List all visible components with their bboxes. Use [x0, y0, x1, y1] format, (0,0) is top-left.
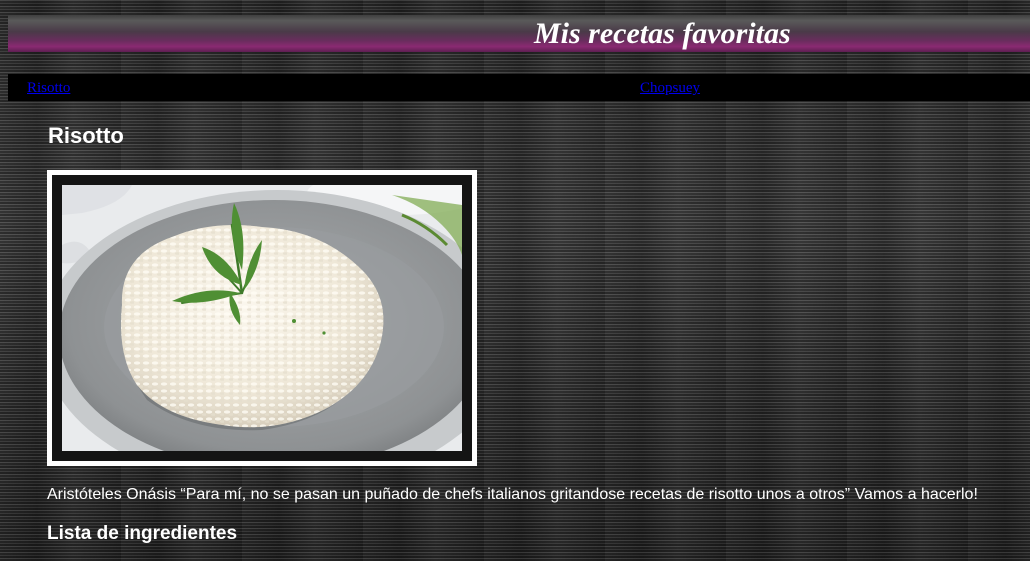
site-title: Mis recetas favoritas — [534, 17, 791, 50]
nav-bar: Risotto Chopsuey — [8, 74, 1030, 101]
header-banner — [8, 15, 1030, 52]
recipe-photo-frame — [47, 170, 477, 466]
recipe-quote: Aristóteles Onásis “Para mí, no se pasan… — [47, 486, 978, 503]
recipe-title: Risotto — [48, 123, 124, 148]
nav-link-risotto[interactable]: Risotto — [27, 80, 70, 96]
ingredients-heading: Lista de ingredientes — [47, 523, 238, 544]
nav-link-chopsuey[interactable]: Chopsuey — [640, 80, 700, 96]
risotto-photo — [62, 185, 462, 451]
